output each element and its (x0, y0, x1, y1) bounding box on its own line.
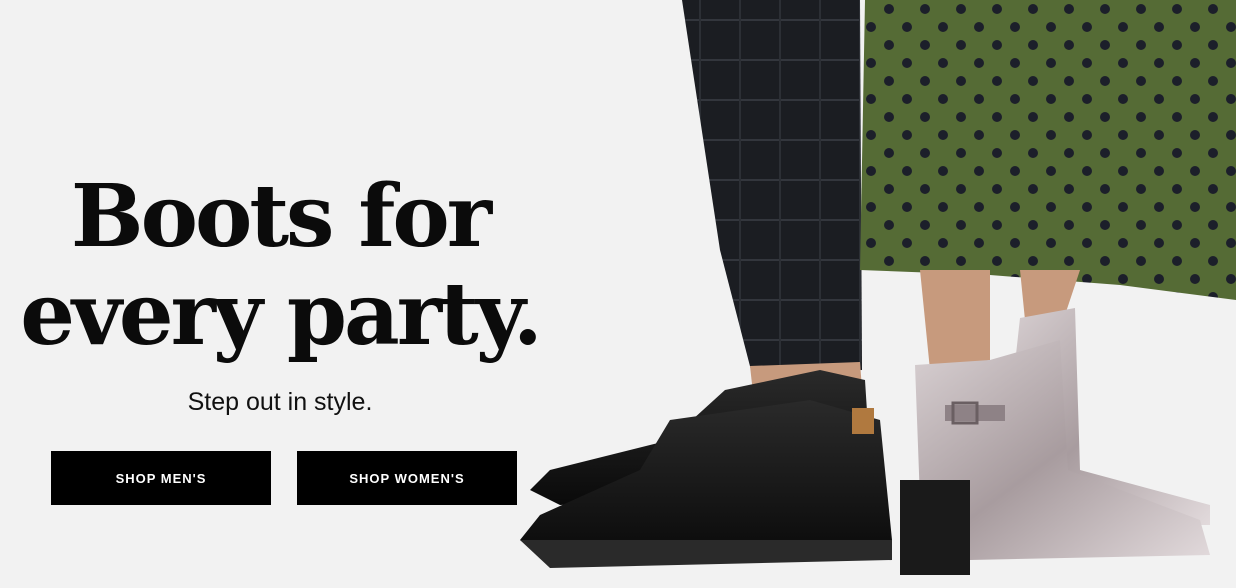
hero-headline: Boots for every party. (0, 168, 560, 364)
hero-headline-line1: Boots for (70, 166, 492, 267)
shop-women-button[interactable]: SHOP WOMEN'S (297, 451, 517, 505)
hero-subhead: Step out in style. (187, 388, 373, 416)
hero-headline-line2: every party. (20, 264, 543, 365)
shop-men-button[interactable]: SHOP MEN'S (51, 451, 271, 505)
boots-photo (520, 0, 1236, 588)
hero-banner: Boots for every party. Step out in style… (0, 0, 1236, 588)
